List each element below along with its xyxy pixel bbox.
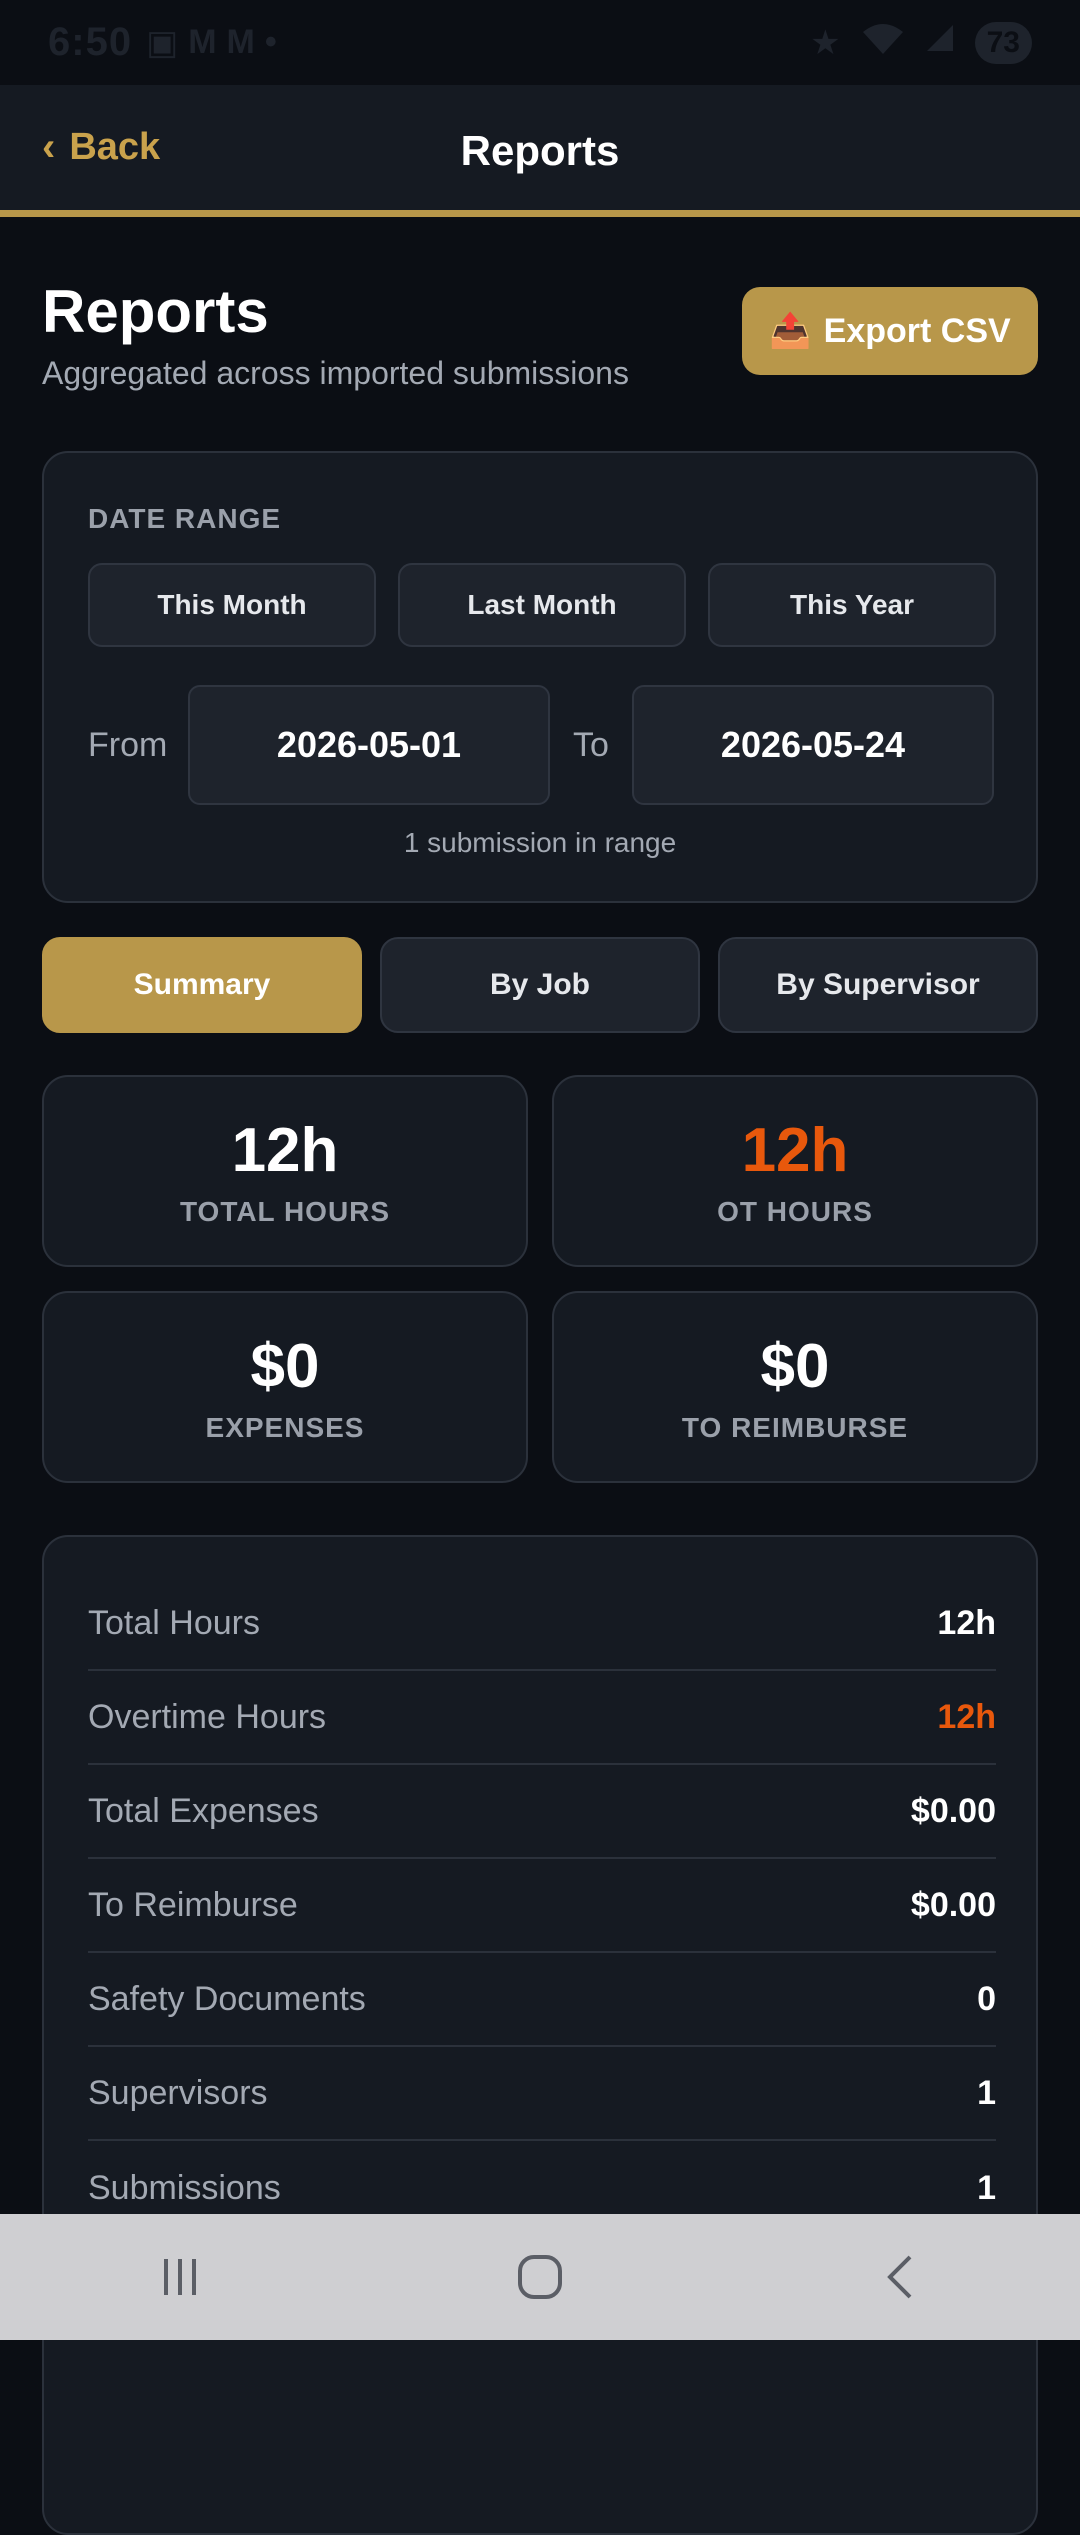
row-value: $0.00 [910, 1885, 996, 1924]
export-csv-label: Export CSV [823, 311, 1011, 350]
status-time: 6:50 [48, 20, 133, 64]
row-value: 12h [937, 1603, 996, 1642]
export-csv-button[interactable]: 📤 Export CSV [742, 287, 1038, 375]
row-value: 0 [977, 1979, 996, 2018]
page-header: Reports Aggregated across imported submi… [42, 217, 1038, 447]
stat-value: 12h [741, 1115, 849, 1185]
date-range-row: From 2026-05-01 To 2026-05-24 [88, 685, 996, 805]
row-label: Total Expenses [88, 1791, 319, 1830]
gmail-icon: M [188, 22, 217, 61]
to-label: To [573, 725, 609, 764]
app-bar-title: Reports [460, 127, 620, 174]
stat-label: TO REIMBURSE [681, 1411, 909, 1443]
notification-icons: ▣ M M • [146, 23, 277, 63]
battery-indicator: 73 [974, 21, 1032, 64]
stat-label: TOTAL HOURS [179, 1195, 391, 1227]
summary-row-safety-documents: Safety Documents 0 [88, 1953, 996, 2047]
row-label: Overtime Hours [88, 1697, 327, 1736]
system-navigation-bar [0, 2214, 1080, 2340]
stat-value: $0 [760, 1331, 830, 1401]
summary-row-overtime-hours: Overtime Hours 12h [88, 1671, 996, 1765]
stat-card-ot-hours: 12h OT HOURS [552, 1075, 1038, 1267]
preset-this-year-button[interactable]: This Year [708, 563, 996, 647]
tab-summary[interactable]: Summary [42, 937, 362, 1033]
preset-last-month-button[interactable]: Last Month [398, 563, 686, 647]
dot-icon: • [264, 22, 277, 61]
main-content: Reports Aggregated across imported submi… [42, 217, 1038, 2535]
chevron-left-icon [887, 2255, 912, 2299]
stat-card-total-hours: 12h TOTAL HOURS [42, 1075, 528, 1267]
row-label: To Reimburse [88, 1885, 298, 1924]
page-subtitle: Aggregated across imported submissions [42, 355, 629, 391]
from-label: From [88, 725, 168, 764]
outbox-tray-icon: 📤 [769, 312, 812, 350]
stat-card-expenses: $0 EXPENSES [42, 1291, 528, 1483]
recent-apps-icon [164, 2259, 196, 2295]
home-button[interactable] [480, 2237, 600, 2317]
summary-row-total-hours: Total Hours 12h [88, 1577, 996, 1671]
row-label: Safety Documents [88, 1979, 366, 2018]
page-title: Reports [42, 278, 269, 345]
recent-apps-button[interactable] [120, 2237, 240, 2317]
stat-label: EXPENSES [205, 1411, 365, 1443]
to-date-input[interactable]: 2026-05-24 [632, 685, 994, 805]
row-label: Total Hours [88, 1603, 260, 1642]
row-label: Submissions [88, 2168, 281, 2207]
summary-list: Total Hours 12h Overtime Hours 12h Total… [88, 1577, 996, 2235]
stat-label: OT HOURS [717, 1195, 873, 1227]
summary-row-total-expenses: Total Expenses $0.00 [88, 1765, 996, 1859]
app-bar: ‹ Back Reports [0, 85, 1080, 217]
home-icon [518, 2255, 562, 2299]
stats-grid: 12h TOTAL HOURS 12h OT HOURS $0 EXPENSES… [42, 1075, 1038, 1483]
row-value: 1 [977, 2168, 996, 2207]
wifi-icon [861, 20, 905, 65]
preset-this-month-button[interactable]: This Month [88, 563, 376, 647]
date-range-card: DATE RANGE This Month Last Month This Ye… [42, 451, 1038, 903]
stat-value: 12h [231, 1115, 339, 1185]
row-value: 12h [937, 1697, 996, 1736]
summary-row-supervisors: Supervisors 1 [88, 2047, 996, 2141]
row-value: 1 [977, 2073, 996, 2112]
signal-icon [925, 23, 955, 62]
report-tabs: Summary By Job By Supervisor [42, 937, 1038, 1033]
summary-row-to-reimburse: To Reimburse $0.00 [88, 1859, 996, 1953]
date-range-label: DATE RANGE [88, 503, 282, 534]
status-bar: 6:50 ▣ M M • ★ 73 [0, 0, 1080, 85]
submission-count: 1 submission in range [403, 827, 677, 858]
row-label: Supervisors [88, 2073, 268, 2112]
system-back-button[interactable] [840, 2237, 960, 2317]
system-icons: ★ 73 [810, 20, 1032, 65]
row-value: $0.00 [910, 1791, 996, 1830]
from-date-input[interactable]: 2026-05-01 [188, 685, 550, 805]
stat-card-to-reimburse: $0 TO REIMBURSE [552, 1291, 1038, 1483]
tab-by-job[interactable]: By Job [380, 937, 700, 1033]
date-preset-row: This Month Last Month This Year [88, 563, 996, 647]
screenshot-icon: ▣ [146, 23, 179, 62]
star-icon: ★ [810, 23, 841, 62]
tab-by-supervisor[interactable]: By Supervisor [718, 937, 1038, 1033]
summary-card: Total Hours 12h Overtime Hours 12h Total… [42, 1535, 1038, 2535]
stat-value: $0 [250, 1331, 320, 1401]
gmail-icon-2: M [226, 22, 255, 61]
